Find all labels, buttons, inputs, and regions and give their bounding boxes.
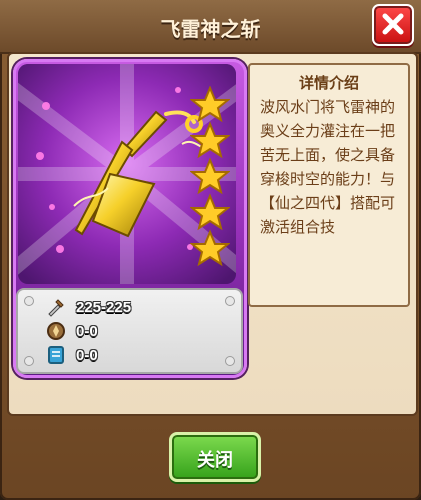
details-text: 波风水门将飞雷神的奥义全力灌注在一把苦无上面，使之具备穿梭时空的能力！与【仙之四…: [260, 98, 396, 236]
close-button-label: 关闭: [197, 450, 233, 471]
tablet-icon: [48, 346, 64, 364]
special-value: 0-0: [76, 346, 98, 364]
item-dialog: 飞雷神之斩 225-225 0-0 0-0 详情介绍 波风水门将飞雷神的奥义全力…: [0, 0, 421, 500]
rivet-icon: [24, 356, 34, 366]
close-x-button[interactable]: [372, 4, 414, 46]
stats-panel: 225-225 0-0 0-0: [16, 288, 243, 374]
details-heading: 详情介绍: [298, 74, 359, 92]
stars-column: [189, 85, 231, 276]
star-icon: [189, 85, 231, 123]
star-icon: [189, 157, 231, 195]
close-x-icon: [382, 13, 404, 35]
dialog-title: 飞雷神之斩: [160, 17, 261, 41]
stat-row-special: 0-0: [46, 344, 98, 366]
item-art: [18, 64, 236, 284]
attack-value: 225-225: [76, 298, 132, 316]
rivet-icon: [24, 296, 34, 306]
shield-icon: [47, 322, 65, 340]
details-box: 详情介绍 波风水门将飞雷神的奥义全力灌注在一把苦无上面，使之具备穿梭时空的能力！…: [248, 63, 410, 307]
defense-value: 0-0: [76, 322, 98, 340]
rivet-icon: [225, 296, 235, 306]
dialog-titlebar: 飞雷神之斩: [0, 0, 421, 54]
close-button[interactable]: 关闭: [169, 432, 261, 482]
sword-icon: [48, 299, 64, 317]
star-icon: [189, 229, 231, 267]
stat-row-defense: 0-0: [46, 320, 98, 342]
rivet-icon: [225, 356, 235, 366]
star-icon: [189, 121, 231, 159]
stat-row-attack: 225-225: [46, 296, 131, 318]
star-icon: [189, 193, 231, 231]
stars-rating: [189, 85, 231, 267]
